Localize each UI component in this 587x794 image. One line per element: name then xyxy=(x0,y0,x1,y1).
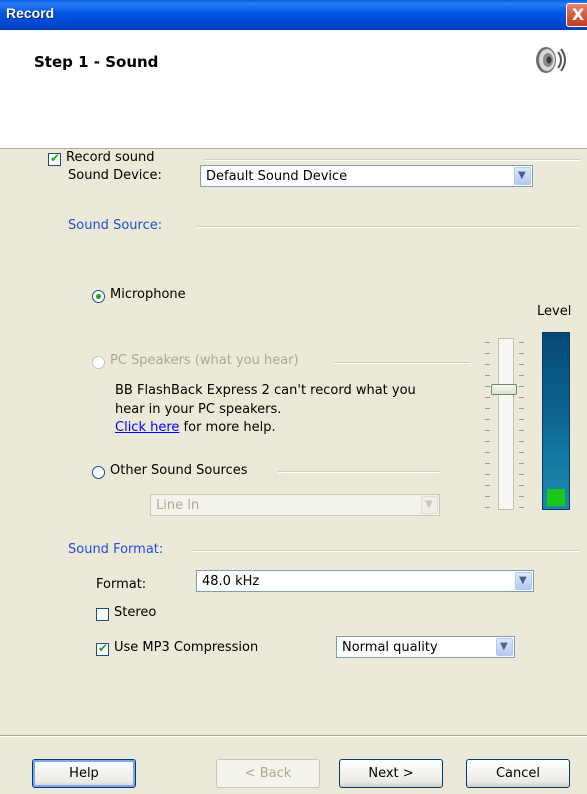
mp3-quality-select[interactable]: Normal quality ▼ xyxy=(336,636,515,658)
group-divider xyxy=(196,226,580,228)
stereo-checkbox[interactable] xyxy=(96,608,109,621)
help-suffix: for more help. xyxy=(179,420,276,435)
chevron-down-icon[interactable]: ▼ xyxy=(515,572,532,590)
slider-tick xyxy=(485,375,490,376)
slider-tick xyxy=(485,507,490,508)
help-button[interactable]: Help xyxy=(32,759,136,788)
slider-tick xyxy=(519,430,524,431)
group-divider xyxy=(278,471,440,473)
slider-tick xyxy=(519,342,524,343)
cancel-button[interactable]: Cancel xyxy=(466,759,570,788)
slider-tick xyxy=(485,408,490,409)
title-bar[interactable] xyxy=(0,0,587,30)
slider-tick xyxy=(485,397,490,398)
sound-device-value: Default Sound Device xyxy=(206,169,348,184)
pc-speakers-label: PC Speakers (what you hear) xyxy=(110,353,299,368)
slider-tick xyxy=(485,474,490,475)
level-meter-fill xyxy=(547,489,565,506)
slider-tick xyxy=(485,452,490,453)
other-sources-label: Other Sound Sources xyxy=(110,463,248,478)
slider-tick xyxy=(519,463,524,464)
slider-ticks-left xyxy=(484,338,492,510)
other-sources-radio[interactable] xyxy=(92,466,105,479)
stereo-label: Stereo xyxy=(114,605,157,620)
format-select[interactable]: 48.0 kHz ▼ xyxy=(196,570,534,592)
format-value: 48.0 kHz xyxy=(202,574,260,589)
warning-line-2: hear in your PC speakers. xyxy=(115,402,282,417)
warning-line-1: BB FlashBack Express 2 can't record what… xyxy=(115,383,416,398)
chevron-down-icon[interactable]: ▼ xyxy=(421,496,438,514)
record-sound-checkbox[interactable]: ✔ xyxy=(48,151,61,166)
slider-tick xyxy=(485,364,490,365)
slider-tick xyxy=(485,419,490,420)
mp3-quality-value: Normal quality xyxy=(342,640,438,655)
sound-device-select[interactable]: Default Sound Device ▼ xyxy=(200,165,533,187)
slider-tick xyxy=(485,441,490,442)
chevron-down-icon[interactable]: ▼ xyxy=(514,167,531,185)
slider-tick xyxy=(485,386,490,387)
slider-tick xyxy=(519,441,524,442)
chevron-down-icon[interactable]: ▼ xyxy=(496,638,513,656)
record-sound-label: Record sound xyxy=(66,150,155,165)
back-button[interactable]: < Back xyxy=(216,759,320,788)
slider-tick xyxy=(485,496,490,497)
slider-tick xyxy=(485,463,490,464)
other-source-value: Line In xyxy=(156,498,200,513)
slider-tick xyxy=(519,386,524,387)
slider-tick xyxy=(519,375,524,376)
format-label: Format: xyxy=(96,577,147,592)
sound-device-label: Sound Device: xyxy=(68,168,162,183)
slider-tick xyxy=(485,485,490,486)
wizard-header xyxy=(0,30,587,149)
sound-source-heading: Sound Source: xyxy=(68,218,163,233)
slider-tick xyxy=(519,353,524,354)
microphone-radio[interactable] xyxy=(92,290,105,303)
slider-tick xyxy=(485,342,490,343)
slider-tick xyxy=(519,507,524,508)
level-slider-track[interactable] xyxy=(498,338,514,510)
microphone-label: Microphone xyxy=(110,287,186,302)
click-here-link[interactable]: Click here xyxy=(115,420,179,435)
level-slider-thumb[interactable] xyxy=(491,384,517,396)
group-divider xyxy=(192,550,580,552)
slider-tick xyxy=(519,419,524,420)
bottom-divider xyxy=(0,735,587,737)
slider-tick xyxy=(519,364,524,365)
slider-tick xyxy=(519,408,524,409)
speaker-icon xyxy=(536,47,566,73)
level-meter xyxy=(542,332,570,510)
sound-format-heading: Sound Format: xyxy=(68,542,164,557)
group-divider xyxy=(205,159,580,161)
slider-ticks-right xyxy=(518,338,526,510)
slider-tick xyxy=(485,353,490,354)
slider-tick xyxy=(485,430,490,431)
group-divider xyxy=(334,362,470,364)
close-icon: X xyxy=(571,5,585,24)
slider-tick xyxy=(519,474,524,475)
close-button[interactable]: X xyxy=(566,3,587,27)
slider-tick xyxy=(519,496,524,497)
other-source-select[interactable]: Line In ▼ xyxy=(150,494,440,516)
help-text: Click here for more help. xyxy=(115,420,276,435)
slider-tick xyxy=(519,485,524,486)
step-title: Step 1 - Sound xyxy=(34,53,159,71)
slider-tick xyxy=(519,397,524,398)
level-label: Level xyxy=(537,304,572,319)
pc-speakers-radio[interactable] xyxy=(92,356,105,369)
next-button[interactable]: Next > xyxy=(339,759,443,788)
mp3-compression-checkbox[interactable]: ✔ xyxy=(96,641,109,656)
mp3-compression-label: Use MP3 Compression xyxy=(114,640,259,655)
window-title: Record xyxy=(6,5,55,21)
slider-tick xyxy=(519,452,524,453)
